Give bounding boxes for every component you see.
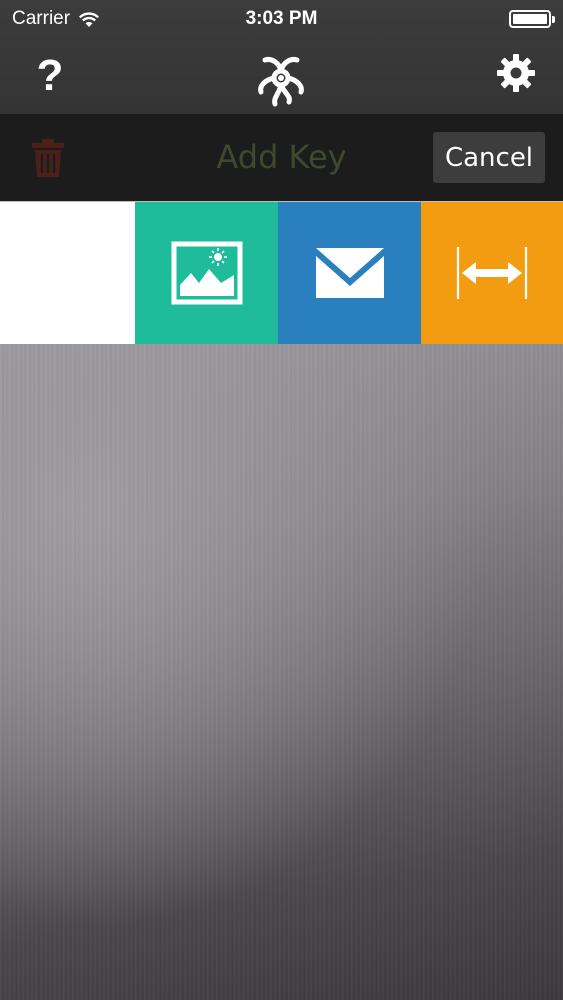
cancel-button[interactable]: Cancel bbox=[433, 132, 545, 183]
help-button[interactable]: ? bbox=[28, 48, 72, 104]
status-bar: Carrier 3:03 PM bbox=[0, 0, 563, 40]
battery-icon bbox=[509, 10, 555, 28]
header: Carrier 3:03 PM ? bbox=[0, 0, 563, 114]
screen: Carrier 3:03 PM ? Add Key Cancel bbox=[0, 0, 563, 1000]
toolbar: Add Key Cancel bbox=[0, 114, 563, 201]
tile-mail[interactable] bbox=[278, 202, 421, 344]
envelope-icon bbox=[315, 248, 384, 298]
image-icon bbox=[171, 241, 242, 305]
status-time: 3:03 PM bbox=[245, 8, 318, 29]
tile-photo[interactable] bbox=[135, 202, 278, 344]
gear-icon[interactable] bbox=[497, 54, 535, 92]
horizontal-resize-icon bbox=[456, 247, 528, 299]
tile-blank[interactable] bbox=[0, 202, 135, 344]
brushed-metal-background bbox=[0, 344, 563, 1000]
tile-resize[interactable] bbox=[421, 202, 563, 344]
app-logo-icon[interactable] bbox=[249, 46, 313, 110]
nav-bar: ? bbox=[0, 40, 563, 114]
key-type-tiles bbox=[0, 201, 563, 344]
